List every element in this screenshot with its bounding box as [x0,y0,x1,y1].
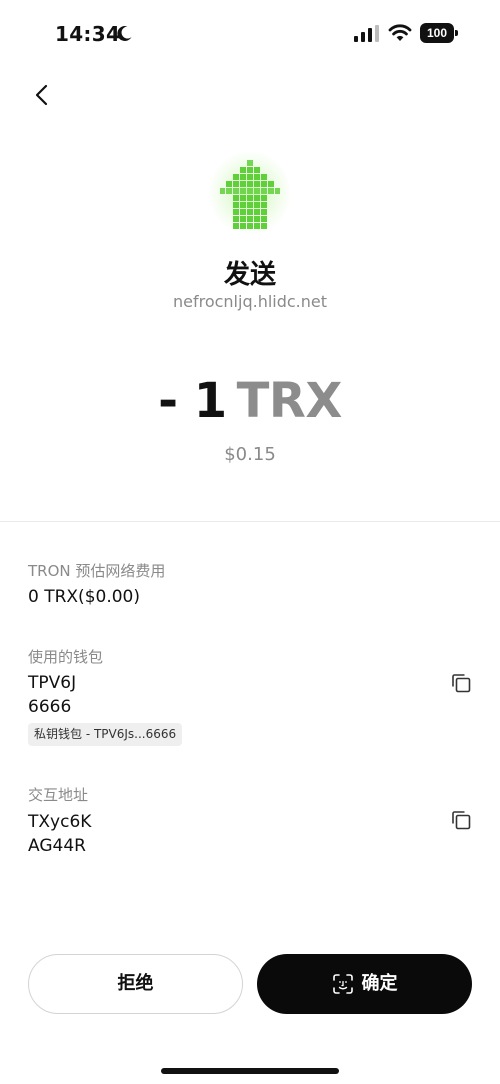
wallet-tag: 私钥钱包 - TPV6Js...6666 [28,723,183,746]
arrow-pixel [247,188,253,194]
arrow-pixel [254,195,260,201]
status-time: 14:34 [55,22,121,46]
arrow-pixel [268,181,274,187]
arrow-pixel [247,195,253,201]
arrow-pixel [261,223,267,229]
arrow-pixel [247,209,253,215]
arrow-pixel [254,223,260,229]
arrow-pixel [247,202,253,208]
battery-tip [455,30,458,36]
contract-address-line1: TXyc6K [28,812,92,832]
divider [0,521,500,522]
arrow-pixel [240,195,246,201]
wallet-label: 使用的钱包 [28,648,104,666]
arrow-pixel [254,188,260,194]
arrow-pixel [240,188,246,194]
transaction-amount: - 1 TRX [0,372,500,430]
home-indicator [161,1068,339,1074]
arrow-pixel [247,160,253,166]
back-button[interactable] [28,80,56,110]
face-id-icon [332,974,353,994]
arrow-pixel [233,216,239,222]
arrow-pixel [247,174,253,180]
arrow-pixel [240,174,246,180]
amount-value: - 1 [158,373,227,429]
arrow-pixel [254,181,260,187]
arrow-pixel [247,223,253,229]
arrow-pixel [240,223,246,229]
arrow-pixel [233,223,239,229]
battery-level: 100 [420,23,454,43]
arrow-pixel [240,181,246,187]
dapp-origin: nefrocnljq.hlidc.net [172,292,328,311]
status-bar: 14:34 100 [0,0,500,68]
arrow-pixel [233,174,239,180]
pixel-arrow [220,160,280,229]
fee-label: TRON 预估网络费用 [28,562,166,580]
arrow-pixel [240,202,246,208]
arrow-pixel [240,167,246,173]
confirm-button[interactable]: 确定 [257,954,472,1014]
arrow-pixel [261,195,267,201]
contract-label: 交互地址 [28,786,89,804]
confirm-label: 确定 [361,973,398,994]
amount-fiat: $0.15 [224,444,276,465]
arrow-pixel [247,181,253,187]
arrow-pixel [226,181,232,187]
send-arrow-icon [210,150,290,236]
arrow-pixel [233,188,239,194]
moon-icon [117,26,132,42]
copy-icon[interactable] [450,809,472,831]
arrow-pixel [233,209,239,215]
arrow-pixel [247,216,253,222]
wallet-address-line1: TPV6J [28,673,77,693]
reject-button[interactable]: 拒绝 [28,954,243,1014]
arrow-pixel [226,188,232,194]
arrow-pixel [254,216,260,222]
arrow-pixel [261,209,267,215]
arrow-pixel [261,216,267,222]
arrow-pixel [275,188,280,194]
amount-unit: TRX [236,373,343,429]
fee-value: 0 TRX($0.00) [28,587,140,607]
arrow-pixel [261,188,267,194]
arrow-pixel [268,188,274,194]
wifi-icon [388,24,412,41]
transaction-title: 发送 [223,260,276,290]
arrow-pixel [220,188,225,194]
arrow-pixel [254,174,260,180]
arrow-pixel [254,167,260,173]
confirm-content: 确定 [332,954,398,1014]
arrow-pixel [233,181,239,187]
arrow-pixel [233,202,239,208]
wallet-address-line2: 6666 [28,697,72,717]
arrow-pixel [261,202,267,208]
contract-address-line2: AG44R [28,836,86,856]
arrow-pixel [261,181,267,187]
chevron-left-icon [35,84,48,106]
arrow-pixel [261,174,267,180]
arrow-pixel [254,209,260,215]
arrow-pixel [247,167,253,173]
arrow-pixel [240,216,246,222]
arrow-pixel [254,202,260,208]
battery-icon: 100 [420,23,458,43]
signal-icon [354,25,379,42]
copy-icon[interactable] [450,672,472,694]
arrow-pixel [233,195,239,201]
arrow-pixel [240,209,246,215]
